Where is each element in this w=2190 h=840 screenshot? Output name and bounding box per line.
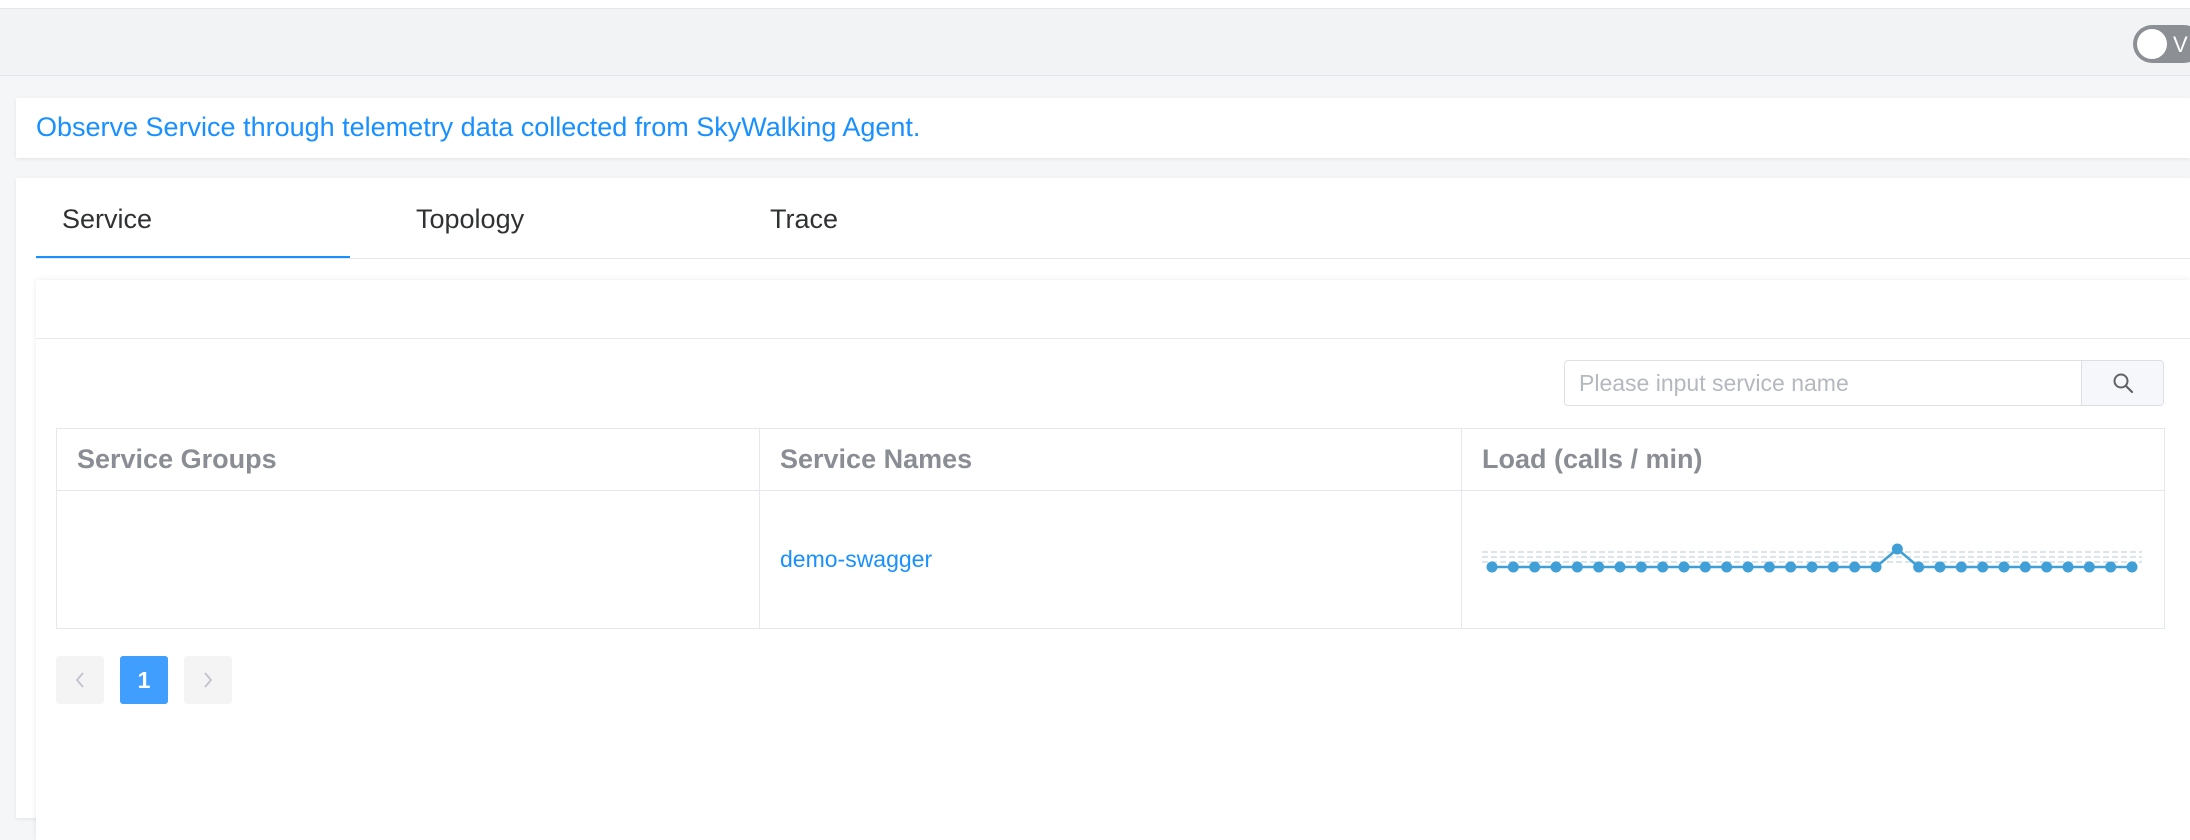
- search-button[interactable]: [2081, 361, 2163, 405]
- tab-trace[interactable]: Trace: [770, 178, 838, 259]
- chevron-right-icon: [204, 672, 213, 688]
- tab-topology[interactable]: Topology: [416, 178, 524, 259]
- tab-service[interactable]: Service: [62, 178, 152, 259]
- service-panel: Service Groups Service Names Load (calls…: [36, 280, 2190, 840]
- sparkline-point: [1763, 561, 1775, 572]
- sparkline-point: [1529, 561, 1541, 572]
- description-banner: Observe Service through telemetry data c…: [16, 98, 2190, 158]
- sparkline-point: [2105, 561, 2117, 572]
- search-icon: [2113, 373, 2134, 394]
- sparkline-point: [2019, 561, 2031, 572]
- service-search-input[interactable]: [1565, 361, 2079, 405]
- sparkline-point: [1977, 561, 1989, 572]
- sparkline-point: [2126, 561, 2138, 572]
- banner-text: Observe Service through telemetry data c…: [36, 112, 921, 142]
- sparkline-point: [1486, 561, 1498, 572]
- sparkline-point: [1657, 561, 1669, 572]
- chevron-left-icon: [75, 672, 84, 688]
- sparkline-point: [2041, 561, 2053, 572]
- service-name-cell: demo-swagger: [759, 490, 1462, 629]
- table-row: demo-swagger: [56, 490, 2165, 629]
- sparkline-point: [1934, 561, 1946, 572]
- toggle-knob: [2137, 29, 2167, 59]
- sparkline-point: [1571, 561, 1583, 572]
- sparkline-point: [1614, 561, 1626, 572]
- service-panel-header: [36, 280, 2190, 339]
- sparkline-point: [1891, 543, 1903, 554]
- sparkline-point: [1870, 561, 1882, 572]
- sparkline-point: [1550, 561, 1562, 572]
- sparkline-point: [1849, 561, 1861, 572]
- sparkline-point: [1593, 561, 1605, 572]
- service-search: [1564, 360, 2164, 406]
- prev-page-button[interactable]: [56, 656, 104, 704]
- column-header-service-names[interactable]: Service Names: [759, 428, 1462, 491]
- view-toggle-switch[interactable]: V: [2133, 25, 2190, 63]
- main-card: Service Topology Trace Service Groups: [16, 178, 2190, 840]
- sparkline-point: [1699, 561, 1711, 572]
- sparkline-point: [1827, 561, 1839, 572]
- sparkline-point: [1806, 561, 1818, 572]
- sparkline-point: [1742, 561, 1754, 572]
- service-group-cell: [56, 490, 760, 629]
- next-page-button[interactable]: [184, 656, 232, 704]
- sparkline-point: [1785, 561, 1797, 572]
- sparkline-point: [1635, 561, 1647, 572]
- window-top-edge: [0, 0, 2190, 8]
- toggle-label: V: [2173, 32, 2188, 57]
- services-table: Service Groups Service Names Load (calls…: [56, 428, 2165, 629]
- sparkline-point: [1507, 561, 1519, 572]
- sparkline-point: [1955, 561, 1967, 572]
- sparkline-point: [1913, 561, 1925, 572]
- page-number-button[interactable]: 1: [120, 656, 168, 704]
- sparkline-point: [2062, 561, 2074, 572]
- service-name-link[interactable]: demo-swagger: [780, 546, 932, 572]
- load-cell: [1461, 490, 2165, 629]
- table-header-row: Service Groups Service Names Load (calls…: [56, 428, 2165, 491]
- sparkline-point: [1678, 561, 1690, 572]
- sparkline-point: [2083, 561, 2095, 572]
- top-header-bar: V: [0, 8, 2190, 76]
- load-sparkline: [1482, 543, 2142, 572]
- tab-bar: Service Topology Trace: [36, 178, 2190, 259]
- sparkline-point: [1721, 561, 1733, 572]
- sparkline-point: [1998, 561, 2010, 572]
- active-tab-indicator: [36, 256, 350, 258]
- column-header-service-groups[interactable]: Service Groups: [56, 428, 760, 491]
- column-header-load[interactable]: Load (calls / min): [1461, 428, 2165, 491]
